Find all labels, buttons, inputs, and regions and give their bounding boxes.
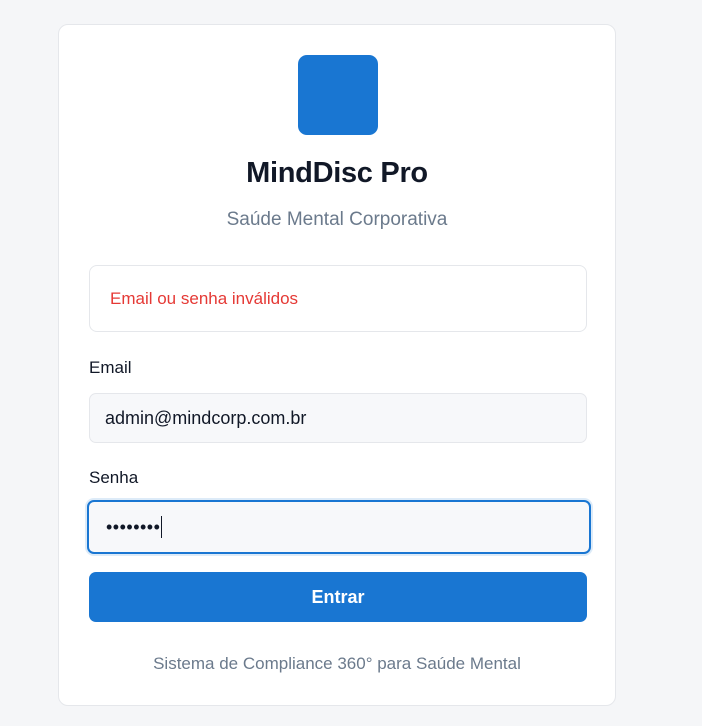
error-alert: Email ou senha inválidos [89, 265, 587, 332]
error-message: Email ou senha inválidos [110, 288, 299, 308]
footer-text: Sistema de Compliance 360° para Saúde Me… [153, 654, 521, 673]
password-value: •••••••• [106, 517, 161, 537]
password-label: Senha [89, 468, 139, 487]
login-card: MindDisc Pro Saúde Mental Corporativa Em… [58, 24, 616, 706]
email-label: Email [89, 358, 132, 377]
email-field[interactable]: admin@mindcorp.com.br [89, 393, 587, 443]
app-logo [298, 55, 378, 135]
app-subtitle: Saúde Mental Corporativa [226, 209, 448, 230]
password-field[interactable]: •••••••• [87, 500, 591, 554]
email-value: admin@mindcorp.com.br [105, 407, 307, 428]
app-title: MindDisc Pro [246, 157, 428, 189]
text-caret [161, 516, 163, 538]
submit-button[interactable]: Entrar [89, 572, 587, 622]
